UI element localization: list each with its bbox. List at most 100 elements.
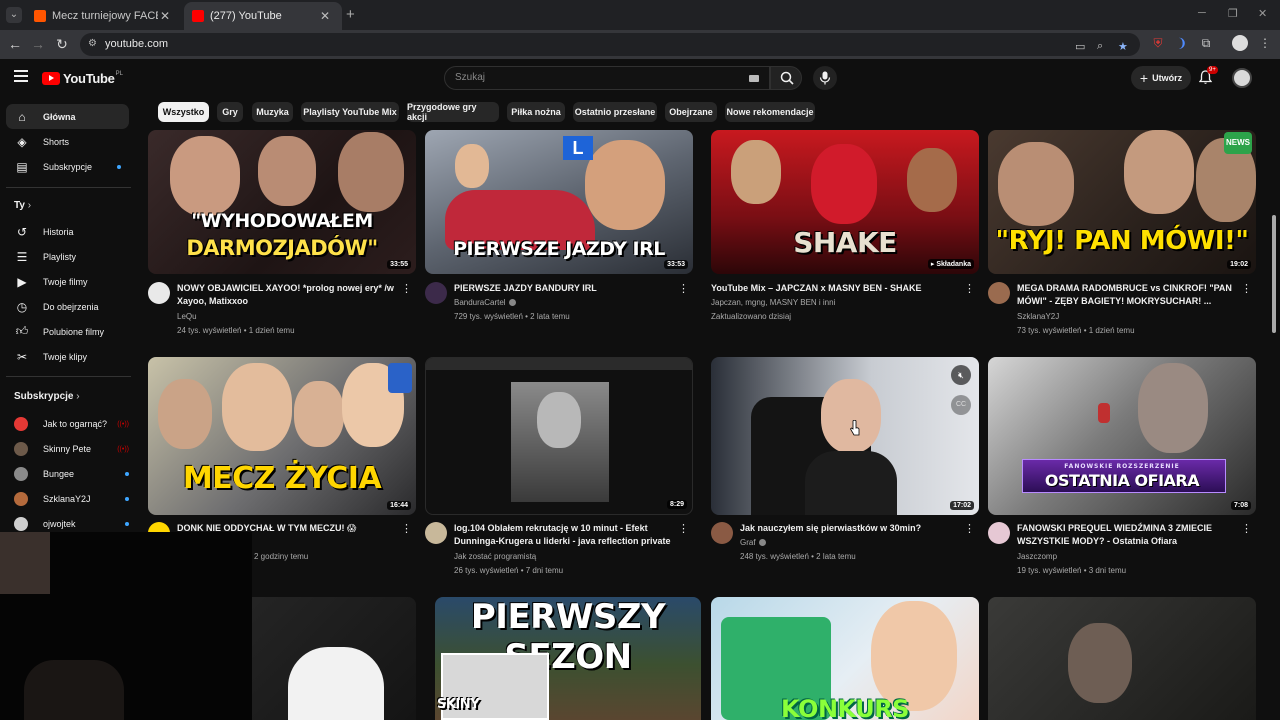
more-options-icon[interactable]: ⋮: [1241, 282, 1252, 295]
browser-tab-faceit[interactable]: Mecz turniejowy FACEIT - FACEI ✕: [26, 2, 182, 30]
video-thumbnail[interactable]: "WYHODOWAŁEM DARMOZJADÓW" 33:55: [148, 130, 416, 274]
sidebar-item-history[interactable]: ↺ Historia: [6, 219, 129, 244]
restore-icon[interactable]: ❐: [1228, 7, 1238, 20]
cast-icon[interactable]: ▭: [1075, 40, 1085, 53]
tab-search-button[interactable]: ⌄: [6, 7, 22, 23]
channel-name[interactable]: Jaszczomp: [1017, 552, 1057, 561]
sidebar-you-heading[interactable]: Ty ›: [14, 200, 31, 211]
reload-icon[interactable]: ↻: [53, 36, 71, 53]
account-avatar[interactable]: [1232, 68, 1252, 88]
close-tab-icon[interactable]: ✕: [158, 9, 172, 23]
new-tab-plus-icon[interactable]: +: [346, 6, 355, 23]
search-button[interactable]: [770, 66, 802, 90]
sidebar-item-home[interactable]: ⌂ Główna: [6, 104, 129, 129]
sidebar-channel-ojwojtek[interactable]: ojwojtek: [14, 517, 129, 531]
channel-name[interactable]: SzklanaY2J: [1017, 312, 1059, 321]
close-tab-icon[interactable]: ✕: [318, 9, 332, 23]
video-thumbnail[interactable]: [988, 597, 1256, 720]
page-scrollbar[interactable]: [1271, 99, 1276, 720]
video-thumbnail[interactable]: FANOWSKIE ROZSZERZENIE OSTATNIA OFIARA 7…: [988, 357, 1256, 515]
more-options-icon[interactable]: ⋮: [401, 522, 412, 535]
channel-avatar[interactable]: [425, 522, 447, 544]
more-options-icon[interactable]: ⋮: [678, 282, 689, 295]
more-options-icon[interactable]: ⋮: [1241, 522, 1252, 535]
captions-icon[interactable]: CC: [951, 395, 971, 415]
zoom-icon[interactable]: ⌕: [1097, 40, 1103, 53]
chip-music[interactable]: Muzyka: [252, 102, 293, 122]
sidebar-item-watch-later[interactable]: ◷ Do obejrzenia: [6, 294, 129, 319]
sidebar-item-shorts[interactable]: ◈ Shorts: [6, 129, 129, 154]
voice-search-button[interactable]: [813, 66, 837, 90]
video-title[interactable]: NOWY OBJAWICIEL XAYOO! *prolog nowej ery…: [177, 282, 402, 308]
chip-games[interactable]: Gry: [217, 102, 243, 122]
video-title[interactable]: YouTube Mix – JAPCZAN x MASNY BEN - SHAK…: [711, 282, 936, 295]
video-thumbnail[interactable]: NEWS "RYJ! PAN MÓWI!" 19:02: [988, 130, 1256, 274]
thumbnail-torso: [805, 451, 897, 515]
video-thumbnail[interactable]: MECZ ŻYCIA 16:44: [148, 357, 416, 515]
address-bar[interactable]: ⚙ youtube.com ▭ ⌕ ★: [80, 33, 1140, 56]
channel-avatar[interactable]: [988, 282, 1010, 304]
sidebar-item-your-videos[interactable]: ▶ Twoje filmy: [6, 269, 129, 294]
profile-avatar-icon[interactable]: [1232, 35, 1248, 51]
channel-name[interactable]: LeQu: [177, 312, 197, 321]
forward-arrow-icon[interactable]: →: [29, 36, 47, 52]
bookmark-star-icon[interactable]: ★: [1118, 40, 1128, 53]
chip-new-recommendations[interactable]: Nowe rekomendacje: [725, 102, 815, 122]
search-input[interactable]: Szukaj: [444, 66, 770, 90]
video-title[interactable]: MEGA DRAMA RADOMBRUCE vs CINKROF! "PAN M…: [1017, 282, 1242, 308]
more-options-icon[interactable]: ⋮: [678, 522, 689, 535]
hamburger-menu-icon[interactable]: [14, 70, 28, 85]
sidebar-channel-skinny-pete[interactable]: Skinny Pete ((•)): [14, 442, 129, 456]
sidebar-channel-bungee[interactable]: Bungee: [14, 467, 129, 481]
chip-recently-uploaded[interactable]: Ostatnio przesłane: [573, 102, 657, 122]
channel-name[interactable]: Graf: [740, 538, 766, 547]
channel-name[interactable]: Jak zostać programistą: [454, 552, 536, 561]
sidebar-item-playlists[interactable]: ☰ Playlisty: [6, 244, 129, 269]
extensions-puzzle-icon[interactable]: ⧉: [1198, 36, 1214, 51]
site-info-icon[interactable]: ⚙: [88, 38, 97, 49]
back-arrow-icon[interactable]: ←: [6, 36, 24, 52]
video-thumbnail[interactable]: KONKURS: [711, 597, 979, 720]
extension-red-icon[interactable]: ⛨: [1150, 36, 1166, 51]
minimize-icon[interactable]: ─: [1198, 7, 1206, 19]
video-title[interactable]: FANOWSKI PREQUEL WIEDŹMINA 3 ZMIECIE WSZ…: [1017, 522, 1242, 548]
chip-football[interactable]: Piłka nożna: [507, 102, 565, 122]
close-window-icon[interactable]: ✕: [1258, 7, 1267, 20]
browser-tab-youtube[interactable]: (277) YouTube ✕: [184, 2, 342, 30]
video-thumbnail[interactable]: L PIERWSZE JAZDY IRL 33:53: [425, 130, 693, 274]
sidebar-subscriptions-heading[interactable]: Subskrypcje ›: [14, 391, 80, 402]
chip-all[interactable]: Wszystko: [158, 102, 209, 122]
extension-blue-icon[interactable]: ❩: [1174, 36, 1190, 50]
more-options-icon[interactable]: ⋮: [964, 282, 975, 295]
sidebar-channel-jak-to-ogarnac[interactable]: Jak to ogarnąć? ((•)): [14, 417, 129, 431]
notifications-button[interactable]: 9+: [1198, 66, 1218, 90]
sidebar-channel-szklanay2j[interactable]: SzklanaY2J: [14, 492, 129, 506]
video-thumbnail[interactable]: 8:29: [425, 357, 693, 515]
video-title[interactable]: Jak nauczyłem się pierwiastków w 30min?: [740, 522, 965, 535]
channel-avatar[interactable]: [148, 282, 170, 304]
create-button[interactable]: + Utwórz: [1131, 66, 1191, 90]
mute-speaker-icon[interactable]: 🔇︎: [951, 365, 971, 385]
channel-name[interactable]: BanduraCartel: [454, 298, 516, 307]
video-title[interactable]: log.104 Oblałem rekrutację w 10 minut - …: [454, 522, 679, 548]
sidebar-item-your-clips[interactable]: ✂ Twoje klipy: [6, 344, 129, 369]
keyboard-icon[interactable]: [749, 75, 759, 82]
video-thumbnail[interactable]: 🔇︎ CC 17:02: [711, 357, 979, 515]
page-scrollbar-thumb[interactable]: [1272, 215, 1276, 333]
channel-avatar[interactable]: [988, 522, 1010, 544]
channel-name[interactable]: Japczan, mgng, MASNY BEN i inni: [711, 298, 835, 307]
video-thumbnail[interactable]: SHAKE ▸ Składanka: [711, 130, 979, 274]
video-thumbnail[interactable]: PIERWSZY SEZON SKINY: [435, 597, 701, 720]
more-options-icon[interactable]: ⋮: [401, 282, 412, 295]
chip-action-adventure[interactable]: Przygodowe gry akcji: [407, 102, 499, 122]
more-options-icon[interactable]: ⋮: [964, 522, 975, 535]
channel-avatar[interactable]: [425, 282, 447, 304]
chip-youtube-mix-playlists[interactable]: Playlisty YouTube Mix: [301, 102, 399, 122]
youtube-logo[interactable]: YouTube PL: [42, 71, 123, 86]
browser-menu-icon[interactable]: ⋮: [1257, 36, 1273, 50]
sidebar-item-liked-videos[interactable]: 👍︎ Polubione filmy: [6, 319, 129, 344]
chip-watched[interactable]: Obejrzane: [665, 102, 717, 122]
sidebar-item-subscriptions[interactable]: ▤ Subskrypcje: [6, 154, 129, 179]
channel-avatar[interactable]: [711, 522, 733, 544]
video-title[interactable]: PIERWSZE JAZDY BANDURY IRL: [454, 282, 679, 295]
